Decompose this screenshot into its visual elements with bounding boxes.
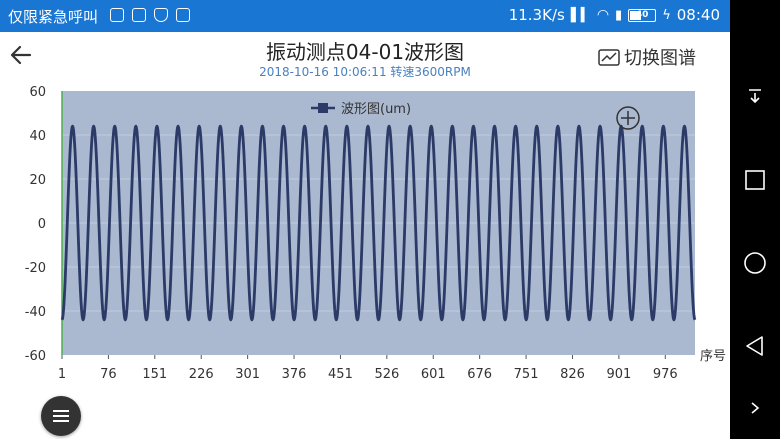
system-nav-bar	[730, 0, 780, 439]
back-nav-button[interactable]	[730, 326, 780, 366]
x-tick-label: 376	[282, 367, 307, 382]
circle-icon	[744, 252, 766, 274]
recent-apps-button[interactable]	[730, 160, 780, 200]
y-tick-label: -40	[25, 305, 46, 320]
x-axis-label: 序号	[700, 349, 726, 364]
x-tick-label: 151	[142, 367, 167, 382]
chart-switch-icon	[598, 49, 620, 66]
x-tick-label: 451	[328, 367, 353, 382]
y-tick-label: 60	[29, 85, 46, 100]
y-tick-label: 20	[29, 173, 46, 188]
charging-icon: ϟ	[662, 7, 671, 23]
pull-down-button[interactable]	[730, 76, 780, 116]
waveform-chart[interactable]: 60 40 20 0 -20 -40 -60 1 76 151 226 301 376 451 526 60…	[0, 84, 730, 439]
x-tick-label: 301	[235, 367, 260, 382]
switch-chart-label: 切换图谱	[624, 48, 696, 69]
x-tick-label: 526	[374, 367, 399, 382]
battery-level: 40	[635, 9, 649, 20]
notification-icon	[110, 8, 124, 22]
menu-fab-button[interactable]	[41, 396, 81, 436]
app-header: 振动测点04-01波形图 2018-10-16 10:06:11 转速3600R…	[0, 32, 730, 84]
home-button[interactable]	[730, 243, 780, 283]
x-tick-label: 1	[58, 367, 66, 382]
chart-svg: 60 40 20 0 -20 -40 -60 1 76 151 226 301 376 451 526 60…	[25, 85, 726, 382]
network-speed: 11.3K/s	[508, 6, 565, 24]
signal-icon: ▌▍	[570, 7, 591, 23]
x-tick-label: 226	[189, 367, 214, 382]
wifi-icon: ◠	[596, 7, 610, 23]
shield-icon	[154, 8, 168, 22]
legend-label: 波形图(um)	[341, 102, 411, 117]
notification-icon	[176, 8, 190, 22]
chevron-right-icon	[751, 402, 760, 414]
y-tick-label: 0	[38, 217, 46, 232]
y-tick-label: -20	[25, 261, 46, 276]
x-tick-label: 601	[421, 367, 446, 382]
y-axis-ticks: 60 40 20 0 -20 -40 -60	[25, 85, 46, 364]
clock: 08:40	[676, 6, 720, 24]
square-icon	[745, 170, 765, 190]
x-tick-label: 976	[653, 367, 678, 382]
notification-icon	[132, 8, 146, 22]
sim-icon: ▮	[615, 7, 623, 23]
expand-nav-button[interactable]	[730, 388, 780, 428]
x-tick-label: 826	[560, 367, 585, 382]
pull-down-icon	[749, 89, 761, 104]
x-tick-label: 76	[100, 367, 117, 382]
battery-icon: 40	[628, 8, 657, 22]
x-axis-ticks: 1 76 151 226 301 376 451 526 601 676 751 826 901 976	[58, 355, 678, 382]
triangle-icon	[746, 336, 763, 356]
x-tick-label: 901	[606, 367, 631, 382]
y-tick-label: 40	[29, 129, 46, 144]
carrier-text: 仅限紧急呼叫	[8, 8, 99, 26]
legend-swatch-marker	[318, 103, 328, 113]
switch-chart-button[interactable]: 切换图谱	[598, 44, 696, 70]
x-tick-label: 676	[467, 367, 492, 382]
menu-icon	[53, 410, 69, 422]
status-right: 11.3K/s ▌▍ ◠ ▮ 40 ϟ 08:40	[509, 6, 720, 24]
y-tick-label: -60	[25, 349, 46, 364]
status-bar: 仅限紧急呼叫 11.3K/s ▌▍ ◠ ▮ 40 ϟ 08:40	[0, 0, 730, 32]
x-tick-label: 751	[514, 367, 539, 382]
